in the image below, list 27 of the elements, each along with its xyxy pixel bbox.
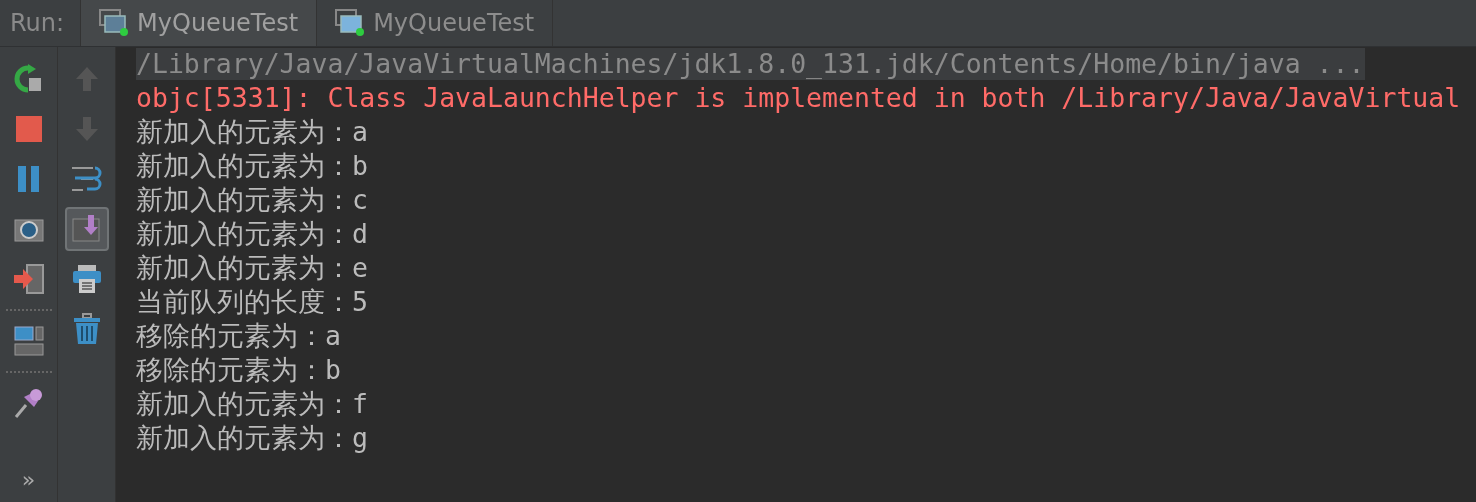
console-line: 新加入的元素为：b — [136, 150, 368, 182]
run-tab[interactable]: MyQueueTest — [81, 0, 318, 46]
scroll-toggle[interactable] — [64, 207, 109, 251]
console-line: 新加入的元素为：c — [136, 184, 368, 216]
wrap-icon[interactable] — [70, 165, 103, 193]
stop-icon[interactable] — [15, 116, 42, 142]
console-line: 新加入的元素为：d — [136, 218, 368, 250]
console-line: 新加入的元素为：e — [136, 252, 368, 284]
window-icon — [335, 9, 366, 37]
camera-icon[interactable] — [13, 216, 44, 242]
exit-icon[interactable] — [12, 264, 45, 294]
trash-icon[interactable] — [72, 313, 101, 345]
console-line: 新加入的元素为：g — [136, 422, 368, 454]
pin-icon[interactable] — [13, 387, 44, 419]
window-icon — [99, 9, 130, 37]
console-line: 当前队列的长度：5 — [136, 286, 368, 318]
console-line: 新加入的元素为：a — [136, 116, 368, 148]
pause-icon[interactable] — [16, 166, 41, 192]
console-line: objc[5331]: Class JavaLaunchHelper is implemented in both /Library/Java/JavaVirtual — [136, 82, 1461, 114]
console-line: 新加入的元素为：f — [136, 388, 368, 420]
console-line: 移除的元素为：b — [136, 354, 341, 386]
run-tab[interactable]: MyQueueTest — [317, 0, 554, 46]
printer-icon[interactable] — [71, 264, 102, 294]
rerun-icon[interactable] — [13, 64, 44, 94]
console-line: 移除的元素为：a — [136, 320, 341, 352]
layout-icon[interactable] — [13, 326, 44, 356]
more-button[interactable]: » — [21, 467, 36, 492]
